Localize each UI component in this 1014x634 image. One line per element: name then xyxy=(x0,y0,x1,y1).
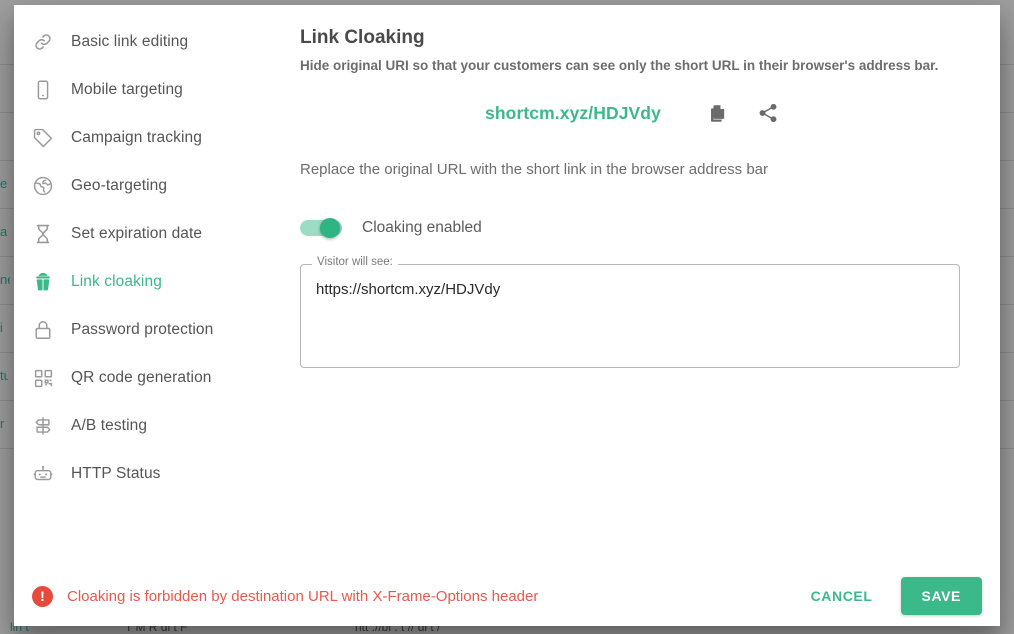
dialog-body: Basic link editing Mobile targeting Camp… xyxy=(14,5,1000,566)
globe-icon xyxy=(31,174,55,198)
copy-icon[interactable] xyxy=(705,100,731,126)
sidebar-item-http-status[interactable]: HTTP Status xyxy=(14,450,276,498)
sidebar-item-label: Set expiration date xyxy=(71,225,203,243)
link-settings-dialog: Basic link editing Mobile targeting Camp… xyxy=(14,5,1000,626)
tag-icon xyxy=(31,126,55,150)
sidebar-item-set-expiration-date[interactable]: Set expiration date xyxy=(14,210,276,258)
sidebar-item-campaign-tracking[interactable]: Campaign tracking xyxy=(14,114,276,162)
sidebar-item-label: HTTP Status xyxy=(71,465,161,483)
lock-icon xyxy=(31,318,55,342)
backdrop-text-fragment: tu xyxy=(0,368,8,383)
backdrop-text-fragment: i xyxy=(0,320,3,335)
share-icon[interactable] xyxy=(755,100,781,126)
hourglass-icon xyxy=(31,222,55,246)
error-message-text: Cloaking is forbidden by destination URL… xyxy=(67,587,539,605)
error-exclamation-icon: ! xyxy=(32,585,53,607)
sidebar-item-label: QR code generation xyxy=(71,369,212,387)
qr-code-icon xyxy=(31,366,55,390)
cloaking-toggle-row: Cloaking enabled xyxy=(300,217,966,238)
sidebar-item-mobile-targeting[interactable]: Mobile targeting xyxy=(14,66,276,114)
spy-icon xyxy=(31,270,55,294)
page-title: Link Cloaking xyxy=(300,27,425,48)
backdrop-text-fragment: ne xyxy=(0,272,10,287)
short-url-row: shortcm.xyz/HDJVdy xyxy=(300,100,966,126)
sidebar-item-label: Campaign tracking xyxy=(71,129,202,147)
sidebar-item-label: Link cloaking xyxy=(71,273,162,291)
sidebar-item-qr-code-generation[interactable]: QR code generation xyxy=(14,354,276,402)
visitor-will-see-legend: Visitor will see: xyxy=(312,256,398,269)
sidebar-item-geo-targeting[interactable]: Geo-targeting xyxy=(14,162,276,210)
short-url-text[interactable]: shortcm.xyz/HDJVdy xyxy=(485,103,661,124)
mobile-phone-icon xyxy=(31,78,55,102)
sidebar-item-label: A/B testing xyxy=(71,417,148,435)
signpost-icon xyxy=(31,414,55,438)
error-message: ! Cloaking is forbidden by destination U… xyxy=(32,585,797,607)
visitor-will-see-field[interactable]: Visitor will see: https://shortcm.xyz/HD… xyxy=(300,256,960,368)
page-subtitle: Hide original URI so that your customers… xyxy=(300,57,939,73)
sidebar-item-basic-link-editing[interactable]: Basic link editing xyxy=(14,18,276,66)
settings-panel: Link Cloaking Hide original URI so that … xyxy=(276,5,1000,566)
sidebar-item-label: Mobile targeting xyxy=(71,81,183,99)
sidebar-item-link-cloaking[interactable]: Link cloaking xyxy=(14,258,276,306)
sidebar-item-label: Basic link editing xyxy=(71,33,189,51)
sidebar-item-label: Password protection xyxy=(71,321,214,339)
sidebar-item-label: Geo-targeting xyxy=(71,177,168,195)
sidebar-item-password-protection[interactable]: Password protection xyxy=(14,306,276,354)
backdrop-text-fragment: e xyxy=(0,176,8,191)
sidebar-item-ab-testing[interactable]: A/B testing xyxy=(14,402,276,450)
robot-icon xyxy=(31,462,55,486)
save-button[interactable]: SAVE xyxy=(900,577,982,615)
replace-url-description: Replace the original URL with the short … xyxy=(300,161,769,179)
settings-sidebar: Basic link editing Mobile targeting Camp… xyxy=(14,5,276,566)
cloaking-toggle[interactable] xyxy=(300,217,344,238)
backdrop-text-fragment: r xyxy=(0,416,5,431)
cloaking-toggle-label: Cloaking enabled xyxy=(362,218,482,236)
backdrop-text-fragment: a xyxy=(0,224,8,239)
cancel-button[interactable]: CANCEL xyxy=(797,578,887,614)
visitor-will-see-value[interactable]: https://shortcm.xyz/HDJVdy xyxy=(316,281,500,298)
toggle-knob xyxy=(320,217,340,238)
dialog-footer: ! Cloaking is forbidden by destination U… xyxy=(14,566,1000,626)
link-icon xyxy=(31,30,55,54)
